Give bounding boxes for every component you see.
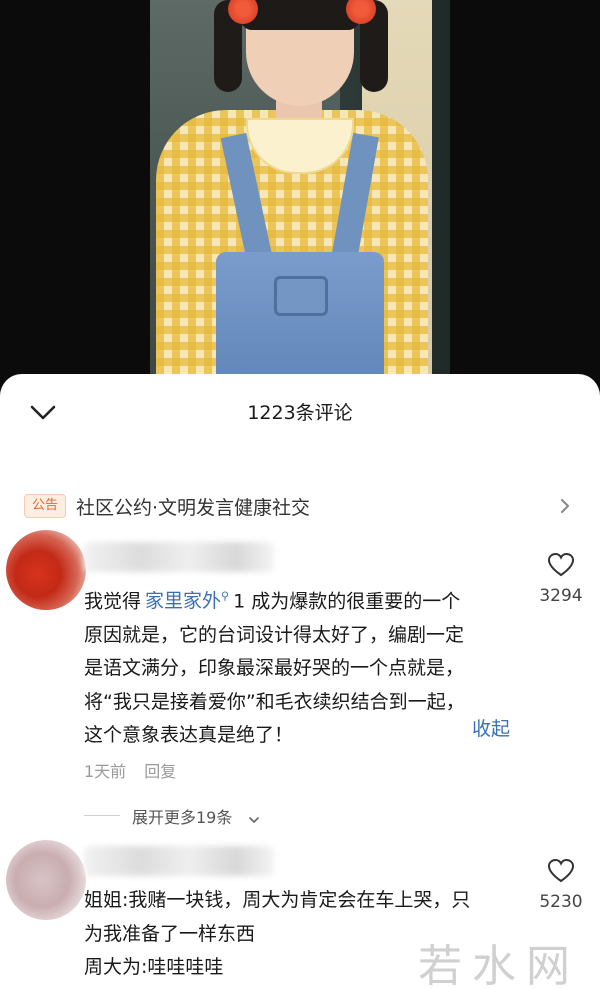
comment-time: 1天前 — [84, 762, 127, 781]
community-notice[interactable]: 公告 社区公约·文明发言健康社交 — [24, 492, 580, 520]
chevron-down-icon — [248, 810, 260, 823]
comment-count-title: 1223条评论 — [247, 402, 353, 424]
video-area[interactable] — [0, 0, 600, 400]
avatar[interactable] — [6, 840, 86, 920]
notice-badge: 公告 — [24, 494, 67, 518]
overall-pocket — [274, 276, 328, 316]
username-redacted — [84, 542, 274, 572]
chevron-right-icon — [558, 498, 572, 514]
avatar[interactable] — [6, 530, 86, 610]
like-count: 3294 — [539, 586, 583, 606]
watermark: 若水网 — [418, 941, 580, 989]
notice-text: 社区公约·文明发言健康社交 — [76, 497, 311, 519]
comment-sheet: 1223条评论 公告 社区公约·文明发言健康社交 3294 我觉得 家里家外⚲ 1 … — [0, 374, 600, 989]
sheet-header: 1223条评论 — [0, 374, 600, 452]
comment-line: 是语文满分，印象最深最好哭的一个点就是， — [84, 657, 465, 680]
expand-replies-label: 展开更多19条 — [132, 808, 233, 827]
comment-line: 这个意象表达真是绝了！ — [84, 724, 294, 747]
divider — [84, 815, 120, 816]
comment-text: 我觉得 家里家外⚲ 1 成为爆款的很重要的一个 原因就是，它的台词设计得太好了，编剧… — [84, 580, 524, 753]
heart-icon[interactable] — [547, 858, 575, 884]
comment-meta: 1天前 回复 — [84, 758, 194, 782]
comment-item: 3294 我觉得 家里家外⚲ 1 成为爆款的很重要的一个 原因就是，它的台词设计得太… — [0, 530, 600, 830]
hair — [240, 0, 360, 30]
comment-line: 将“我只是接着爱你”和毛衣续织结合到一起， — [84, 690, 465, 713]
comment-line: 我觉得 家里家外⚲ 1 成为爆款的很重要的一个 — [84, 590, 461, 613]
username-redacted — [84, 846, 274, 876]
heart-icon[interactable] — [547, 552, 575, 578]
mention-link[interactable]: 家里家外⚲ — [141, 590, 233, 612]
reply-button[interactable]: 回复 — [144, 762, 176, 781]
search-icon: ⚲ — [221, 590, 230, 603]
comment-line: 姐姐:我赌一块钱，周大为肯定会在车上哭，只 — [84, 889, 471, 911]
expand-replies[interactable]: 展开更多19条 — [84, 804, 384, 827]
comment-line: 原因就是，它的台词设计得太好了，编剧一定 — [84, 623, 465, 646]
video-frame[interactable] — [150, 0, 450, 400]
like-count: 5230 — [539, 892, 583, 912]
collapse-link[interactable]: 收起 — [472, 714, 510, 741]
